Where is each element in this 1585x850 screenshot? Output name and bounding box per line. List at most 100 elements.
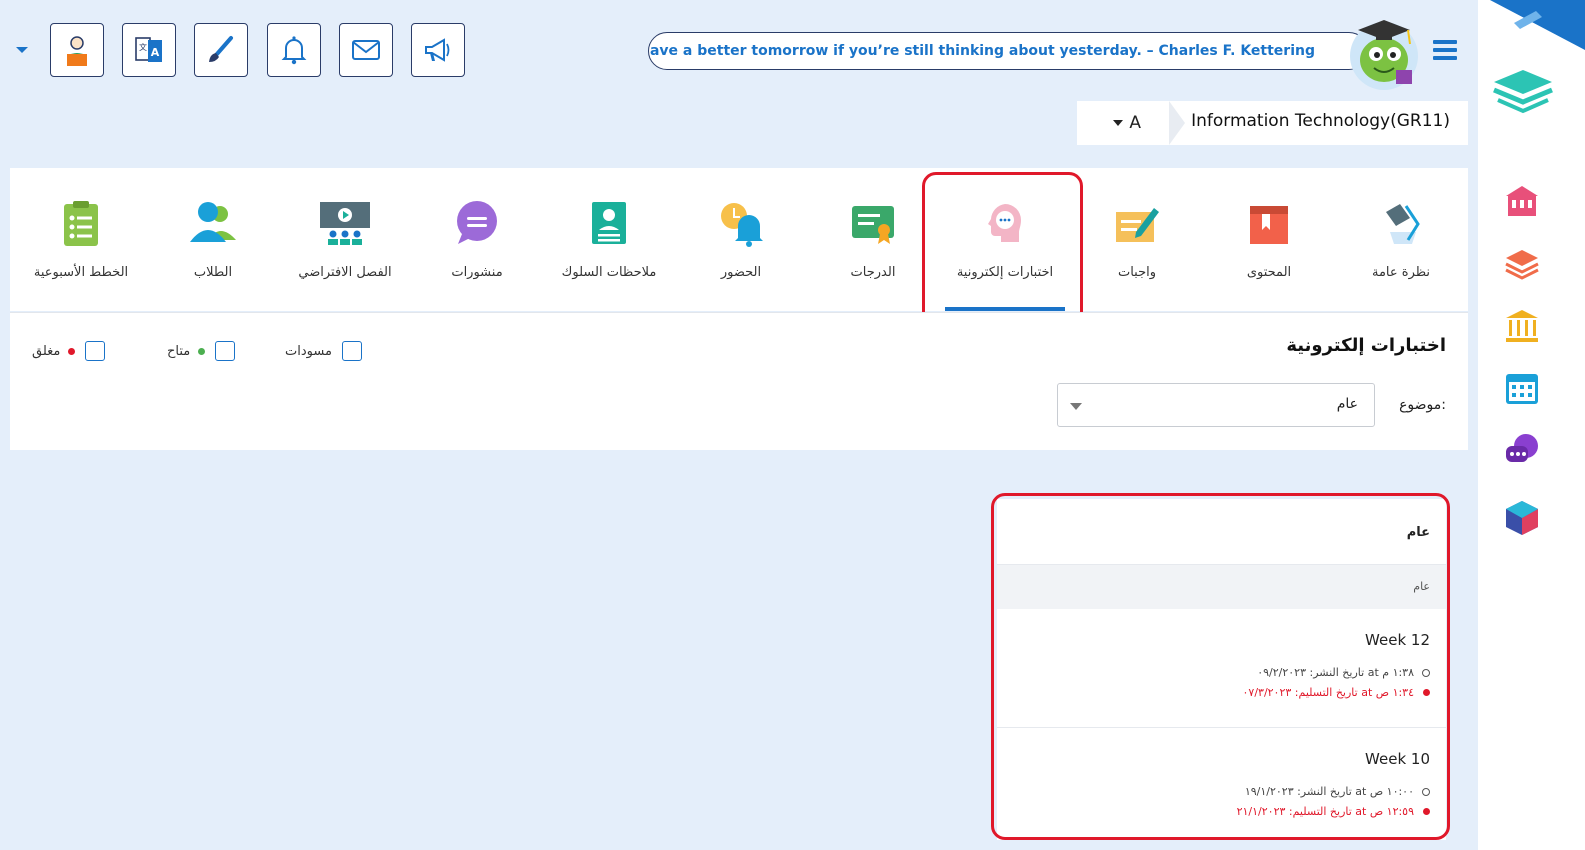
closed-checkbox[interactable] bbox=[85, 341, 106, 361]
tab-label: منشورات bbox=[451, 265, 503, 280]
legend-label: مغلق bbox=[32, 343, 61, 359]
quiz-list: عام عام Week 12 تاريخ النشر: ٠٩/٢/٢٠٢٣ a… bbox=[997, 499, 1446, 840]
paint-button[interactable] bbox=[194, 23, 248, 77]
translate-icon: A 文 bbox=[135, 37, 162, 62]
available-checkbox[interactable] bbox=[215, 341, 236, 361]
overview-icon bbox=[1386, 204, 1420, 244]
tab-label: الطلاب bbox=[193, 265, 233, 280]
legend-label: مسودات bbox=[285, 343, 332, 359]
menu-hamburger-icon[interactable] bbox=[1433, 40, 1457, 60]
closed-status-dot bbox=[1423, 689, 1430, 696]
list-header-title: عام bbox=[1406, 525, 1430, 540]
dropdown-arrow-icon bbox=[1070, 403, 1082, 410]
clock-icon bbox=[1422, 668, 1430, 677]
tab-behavior-notes[interactable]: ملاحظات السلوك bbox=[543, 168, 675, 311]
available-status-dot bbox=[198, 347, 206, 355]
tab-homework[interactable]: واجبات bbox=[1071, 168, 1203, 311]
tab-label: الحضور bbox=[720, 265, 762, 280]
virtual-class-icon bbox=[320, 202, 370, 245]
draft-checkbox[interactable] bbox=[341, 341, 362, 361]
tab-attendance[interactable]: الحضور bbox=[675, 168, 807, 311]
active-tab-indicator bbox=[945, 307, 1065, 311]
tab-label: نظرة عامة bbox=[1371, 265, 1431, 280]
messages-button[interactable] bbox=[339, 23, 393, 77]
announcements-button[interactable] bbox=[411, 23, 465, 77]
tab-label: اختبارات إلكترونية bbox=[956, 265, 1054, 280]
collapse-caret-icon[interactable] bbox=[16, 47, 28, 53]
quiz-title[interactable]: Week 10 bbox=[1365, 750, 1430, 768]
subject-select[interactable]: عام bbox=[1057, 383, 1375, 427]
tab-e-quizzes[interactable]: اختبارات إلكترونية bbox=[939, 168, 1071, 311]
publish-date: تاريخ النشر: ٠٩/٢/٢٠٢٣ at ١:٣٨ م bbox=[1257, 666, 1414, 679]
tab-label: المحتوى bbox=[1246, 265, 1292, 280]
breadcrumb-separator bbox=[1169, 101, 1185, 145]
tab-virtual-class[interactable]: الفصل الافتراضي bbox=[279, 168, 411, 311]
quiz-filter-panel: اختبارات إلكترونية مسودات متاح مغلق موضو… bbox=[10, 312, 1468, 450]
list-subheader: عام bbox=[997, 565, 1446, 609]
calendar-icon[interactable] bbox=[1502, 368, 1542, 408]
due-date-row: تاريخ التسليم: ٢١/١/٢٠٢٣ at ١٢:٥٩ ص bbox=[1237, 805, 1430, 818]
page-title: اختبارات إلكترونية bbox=[1286, 335, 1446, 356]
legend-available[interactable]: متاح bbox=[167, 341, 236, 361]
module-tabs: نظرة عامة المحتوى واجبات اختبارات إلكترو… bbox=[10, 168, 1468, 311]
certificate-icon bbox=[852, 206, 894, 244]
quiz-title[interactable]: Week 12 bbox=[1365, 631, 1430, 649]
subject-selected-value: عام bbox=[1336, 396, 1358, 412]
student-profile-button[interactable] bbox=[50, 23, 104, 77]
cube-icon[interactable] bbox=[1502, 498, 1542, 538]
translate-button[interactable]: A 文 bbox=[122, 23, 176, 77]
tab-label: ملاحظات السلوك bbox=[561, 265, 657, 280]
books-icon[interactable] bbox=[1502, 244, 1542, 284]
tab-content[interactable]: المحتوى bbox=[1203, 168, 1335, 311]
due-date-row: تاريخ التسليم: ٠٧/٣/٢٠٢٣ at ١:٣٤ ص bbox=[1243, 686, 1430, 699]
caret-down-icon bbox=[1113, 120, 1124, 126]
subject-label: موضوع: bbox=[1399, 397, 1446, 413]
tab-label: الخطط الأسبوعية bbox=[33, 265, 129, 280]
tab-label: الدرجات bbox=[850, 265, 896, 280]
list-subheader-title: عام bbox=[1413, 580, 1430, 593]
legend-closed[interactable]: مغلق bbox=[32, 341, 106, 361]
publish-date: تاريخ النشر: ١٩/١/٢٠٢٣ at ١٠:٠٠ ص bbox=[1244, 785, 1414, 798]
closed-status-dot bbox=[1423, 808, 1430, 815]
course-selector[interactable]: A Information Technology(GR11) bbox=[1077, 101, 1468, 145]
daily-quote: You can’t have a better tomorrow if you’… bbox=[648, 32, 1368, 70]
app-sidebar bbox=[1478, 0, 1585, 850]
tab-grades[interactable]: الدرجات bbox=[807, 168, 939, 311]
clock-icon bbox=[1422, 787, 1430, 796]
mail-icon bbox=[352, 40, 380, 60]
svg-text:文: 文 bbox=[139, 42, 147, 52]
due-date: تاريخ التسليم: ٠٧/٣/٢٠٢٣ at ١:٣٤ ص bbox=[1242, 686, 1414, 699]
posts-chat-icon bbox=[457, 201, 497, 244]
layers-logo-icon[interactable] bbox=[1488, 66, 1558, 116]
publish-date-row: تاريخ النشر: ٠٩/٢/٢٠٢٣ at ١:٣٨ م bbox=[1257, 666, 1430, 679]
tab-students[interactable]: الطلاب bbox=[147, 168, 279, 311]
svg-text:A: A bbox=[151, 46, 160, 59]
behavior-notes-icon bbox=[592, 202, 626, 244]
students-icon bbox=[190, 202, 236, 242]
institution-icon[interactable] bbox=[1502, 306, 1542, 346]
closed-status-dot bbox=[68, 347, 76, 355]
chat-bubbles-icon[interactable] bbox=[1502, 430, 1542, 470]
homework-icon bbox=[1116, 208, 1159, 242]
quiz-head-icon bbox=[988, 204, 1021, 242]
mascot-graduate-icon bbox=[1350, 20, 1418, 90]
tab-overview[interactable]: نظرة عامة bbox=[1335, 168, 1467, 311]
legend-draft[interactable]: مسودات bbox=[285, 341, 362, 361]
publish-date-row: تاريخ النشر: ١٩/١/٢٠٢٣ at ١٠:٠٠ ص bbox=[1245, 785, 1430, 798]
attendance-bell-icon bbox=[721, 203, 763, 247]
quiz-item[interactable]: Week 12 تاريخ النشر: ٠٩/٢/٢٠٢٣ at ١:٣٨ م… bbox=[997, 609, 1446, 728]
legend-label: متاح bbox=[167, 343, 191, 359]
due-date: تاريخ التسليم: ٢١/١/٢٠٢٣ at ١٢:٥٩ ص bbox=[1236, 805, 1414, 818]
quiz-item[interactable]: Week 10 تاريخ النشر: ١٩/١/٢٠٢٣ at ١٠:٠٠ … bbox=[997, 728, 1446, 840]
course-name: Information Technology(GR11) bbox=[1191, 111, 1450, 131]
notifications-button[interactable] bbox=[267, 23, 321, 77]
section-dropdown[interactable]: A bbox=[1077, 101, 1169, 145]
tab-posts[interactable]: منشورات bbox=[411, 168, 543, 311]
paint-brush-icon bbox=[209, 36, 233, 62]
school-icon[interactable] bbox=[1502, 182, 1542, 222]
tab-label: واجبات bbox=[1117, 265, 1157, 280]
list-header: عام bbox=[997, 499, 1446, 565]
tab-weekly-plans[interactable]: الخطط الأسبوعية bbox=[15, 168, 147, 311]
student-profile-icon bbox=[67, 36, 87, 66]
tilted-book-icon bbox=[1514, 11, 1542, 29]
